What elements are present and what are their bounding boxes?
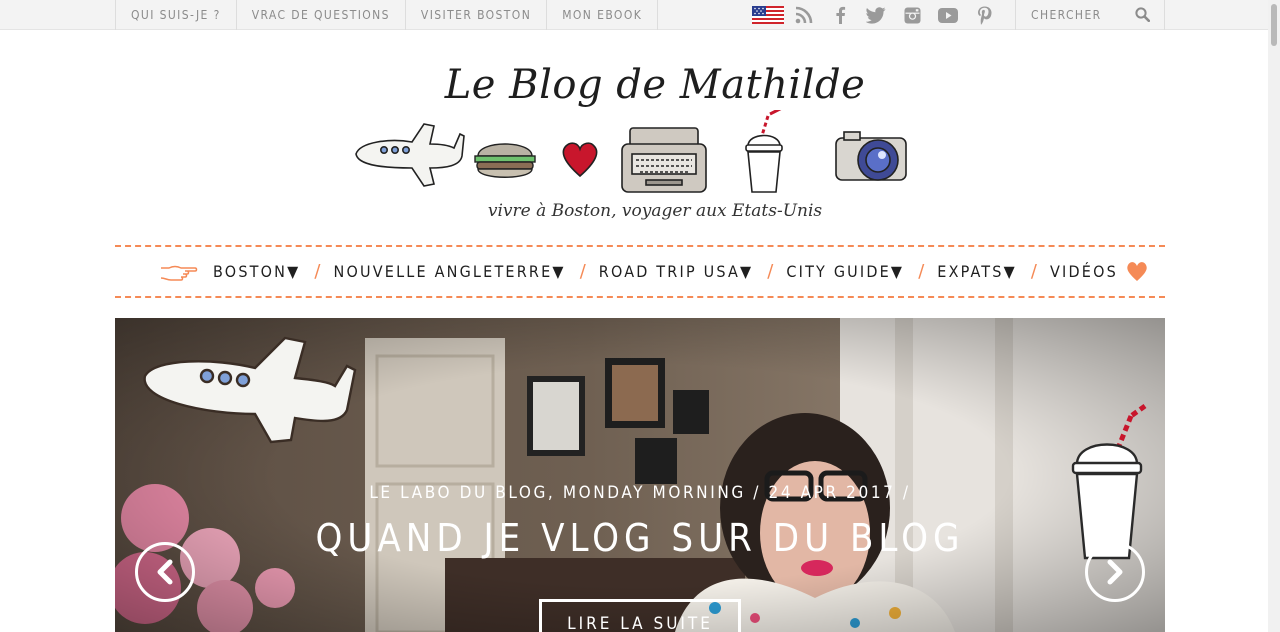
post-meta[interactable]: LE LABO DU BLOG, MONDAY MORNING / 24 APR…: [115, 483, 1165, 503]
topnav-item-questions[interactable]: VRAC DE QUESTIONS: [235, 0, 405, 30]
nav-separator: /: [579, 261, 586, 282]
nav-item-nouvelle-angleterre[interactable]: NOUVELLE ANGLETERRE▼: [334, 262, 566, 281]
rss-icon[interactable]: [786, 0, 822, 30]
scrollbar-thumb[interactable]: [1271, 4, 1277, 46]
main-navigation: BOSTON▼ / NOUVELLE ANGLETERRE▼ / ROAD TR…: [115, 245, 1165, 298]
post-title[interactable]: QUAND JE VLOG SUR DU BLOG: [115, 516, 1165, 560]
search-box: [1015, 0, 1165, 30]
nav-separator: /: [918, 261, 925, 282]
nav-item-city-guide[interactable]: CITY GUIDE▼: [786, 262, 904, 281]
milkshake-icon: [745, 110, 783, 193]
page-scrollbar[interactable]: [1268, 0, 1280, 632]
airplane-icon: [355, 123, 465, 187]
facebook-icon[interactable]: [822, 0, 858, 30]
nav-item-road-trip-usa[interactable]: ROAD TRIP USA▼: [599, 262, 754, 281]
topnav-item-ebook[interactable]: MON EBOOK: [546, 0, 659, 30]
instagram-icon[interactable]: [894, 0, 930, 30]
social-links: [750, 0, 1002, 30]
featured-slider: LE LABO DU BLOG, MONDAY MORNING / 24 APR…: [115, 318, 1165, 632]
typewriter-icon: [621, 127, 707, 193]
camera-icon: [835, 131, 907, 181]
slider-next-button[interactable]: [1085, 542, 1145, 602]
pointing-hand-icon: [160, 265, 198, 281]
site-title: Le Blog de Mathilde: [444, 62, 866, 108]
hero-photo: [115, 318, 1165, 632]
heart-icon: [562, 142, 598, 178]
chevron-right-icon: [1107, 559, 1123, 585]
logo-illustrations: [355, 110, 907, 193]
site-tagline: vivre à Boston, voyager aux Etats-Unis: [487, 201, 823, 221]
slider-prev-button[interactable]: [135, 542, 195, 602]
nav-item-expats[interactable]: EXPATS▼: [937, 262, 1017, 281]
search-input[interactable]: [1016, 0, 1128, 30]
top-bar: QUI SUIS-JE ? VRAC DE QUESTIONS VISITER …: [0, 0, 1280, 30]
burger-icon: [474, 143, 536, 178]
youtube-icon[interactable]: [930, 0, 966, 30]
search-icon[interactable]: [1135, 7, 1150, 22]
chevron-left-icon: [157, 559, 173, 585]
topnav-item-about[interactable]: QUI SUIS-JE ?: [115, 0, 236, 30]
nav-separator: /: [767, 261, 774, 282]
pinterest-icon[interactable]: [966, 0, 1002, 30]
us-flag-icon[interactable]: [750, 0, 786, 30]
nav-separator: /: [314, 261, 321, 282]
read-more-button[interactable]: LIRE LA SUITE: [539, 599, 741, 632]
heart-icon: [1127, 261, 1147, 281]
nav-item-videos[interactable]: VIDÉOS: [1050, 262, 1118, 281]
top-navigation: QUI SUIS-JE ? VRAC DE QUESTIONS VISITER …: [115, 0, 659, 30]
nav-separator: /: [1030, 261, 1037, 282]
twitter-icon[interactable]: [858, 0, 894, 30]
nav-item-boston[interactable]: BOSTON▼: [213, 262, 300, 281]
topnav-item-visit-boston[interactable]: VISITER BOSTON: [404, 0, 546, 30]
